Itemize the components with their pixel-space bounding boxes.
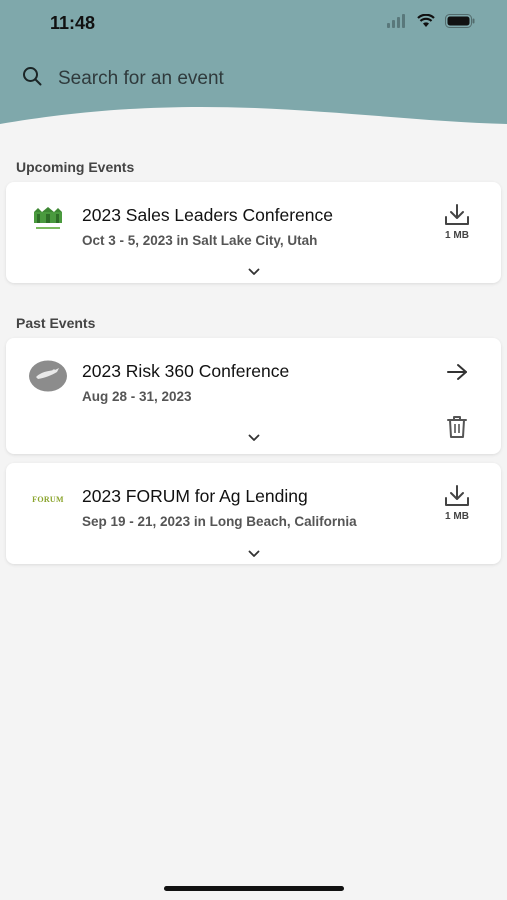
delete-button[interactable] bbox=[437, 415, 477, 444]
status-icons bbox=[387, 13, 475, 33]
wifi-icon bbox=[417, 13, 435, 33]
event-logo bbox=[26, 200, 70, 240]
event-title: 2023 Sales Leaders Conference bbox=[82, 205, 334, 225]
chevron-down-icon[interactable] bbox=[248, 429, 260, 447]
event-subtitle: Oct 3 - 5, 2023 in Salt Lake City, Utah bbox=[82, 233, 318, 248]
event-subtitle: Sep 19 - 21, 2023 in Long Beach, Califor… bbox=[82, 514, 357, 529]
section-title-upcoming: Upcoming Events bbox=[16, 159, 135, 175]
event-logo: FORUM bbox=[26, 479, 70, 519]
event-title: 2023 Risk 360 Conference bbox=[82, 361, 290, 381]
status-time: 11:48 bbox=[50, 13, 96, 33]
section-title-past: Past Events bbox=[16, 315, 96, 331]
event-logo bbox=[26, 356, 70, 396]
event-card[interactable]: 2023 Sales Leaders Conference Oct 3 - 5,… bbox=[6, 182, 501, 283]
event-title: 2023 FORUM for Ag Lending bbox=[82, 486, 308, 506]
event-card[interactable]: 2023 Risk 360 Conference Aug 28 - 31, 20… bbox=[6, 338, 501, 454]
event-subtitle: Aug 28 - 31, 2023 bbox=[82, 389, 192, 404]
header: 11:48 Search for an event bbox=[0, 0, 507, 130]
download-size: 1 MB bbox=[445, 230, 469, 241]
download-button[interactable]: 1 MB bbox=[437, 485, 477, 522]
search-icon bbox=[22, 66, 42, 91]
download-icon bbox=[444, 204, 470, 230]
download-size: 1 MB bbox=[445, 511, 469, 522]
chevron-down-icon[interactable] bbox=[248, 263, 260, 281]
trash-icon bbox=[446, 416, 468, 443]
open-event-button[interactable] bbox=[437, 362, 477, 387]
search-bar[interactable]: Search for an event bbox=[22, 66, 224, 91]
chevron-down-icon[interactable] bbox=[248, 545, 260, 563]
signal-icon bbox=[387, 14, 407, 33]
home-indicator[interactable] bbox=[164, 886, 344, 891]
download-button[interactable]: 1 MB bbox=[437, 204, 477, 241]
event-card[interactable]: FORUM 2023 FORUM for Ag Lending Sep 19 -… bbox=[6, 463, 501, 564]
forum-logo-text: FORUM bbox=[32, 494, 64, 504]
download-icon bbox=[444, 485, 470, 511]
battery-icon bbox=[445, 14, 475, 33]
search-input[interactable]: Search for an event bbox=[58, 68, 224, 90]
arrow-right-icon bbox=[445, 364, 469, 386]
